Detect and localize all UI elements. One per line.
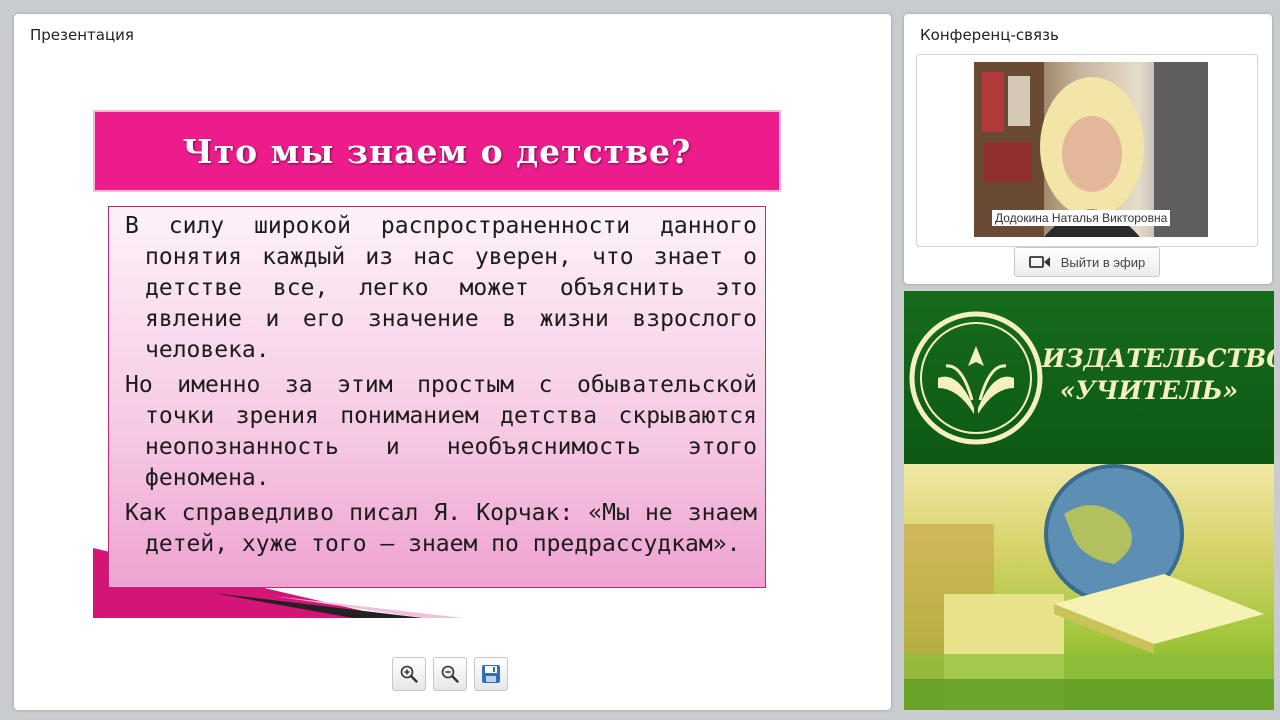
slide-title: Что мы знаем о детстве? (182, 131, 692, 171)
publisher-name-line-1: ИЗДАТЕЛЬСТВО (1042, 344, 1274, 373)
publisher-name: ИЗДАТЕЛЬСТВО «УЧИТЕЛЬ» (1042, 343, 1274, 407)
presentation-panel-title: Презентация (30, 26, 134, 44)
speaker-name-label: Додокина Наталья Викторовна (992, 210, 1171, 226)
books-globe-image (904, 464, 1274, 710)
go-live-label: Выйти в эфир (1060, 254, 1146, 270)
conference-panel-title: Конференц-связь (920, 26, 1059, 44)
speaker-video[interactable]: Додокина Наталья Викторовна (974, 62, 1208, 237)
conference-panel: Конференц-связь Додокина Наталья Викторо… (904, 14, 1272, 284)
slide-paragraph: В силу широкой распространенности данног… (125, 213, 757, 363)
slide: Что мы знаем о детстве? В силу широкой р… (34, 108, 844, 636)
slide-paragraph: Но именно за этим простым с обывательско… (125, 372, 757, 491)
slide-paragraph: Как справедливо писал Я. Корчак: «Мы не … (125, 500, 757, 557)
open-book-torch-logo-icon (909, 311, 1043, 445)
zoom-out-button[interactable] (433, 657, 467, 691)
slide-text-box: В силу широкой распространенности данног… (108, 206, 766, 588)
zoom-out-icon (441, 665, 459, 683)
video-frame: Додокина Наталья Викторовна (916, 54, 1258, 247)
banner-logo-area: ИЗДАТЕЛЬСТВО «УЧИТЕЛЬ» (904, 291, 1274, 464)
slide-toolbar (392, 657, 508, 691)
presentation-panel: Презентация Что мы знаем о детстве? В си… (14, 14, 891, 710)
publisher-banner[interactable]: ИЗДАТЕЛЬСТВО «УЧИТЕЛЬ» (904, 291, 1274, 710)
zoom-in-button[interactable] (392, 657, 426, 691)
go-live-button[interactable]: Выйти в эфир (1014, 247, 1160, 277)
save-button[interactable] (474, 657, 508, 691)
banner-photo (904, 464, 1274, 710)
video-camera-icon (1028, 256, 1050, 268)
floppy-disk-icon (482, 665, 500, 683)
zoom-in-icon (400, 665, 418, 683)
slide-title-bar: Что мы знаем о детстве? (93, 110, 781, 192)
publisher-name-line-2: «УЧИТЕЛЬ» (1059, 376, 1239, 405)
